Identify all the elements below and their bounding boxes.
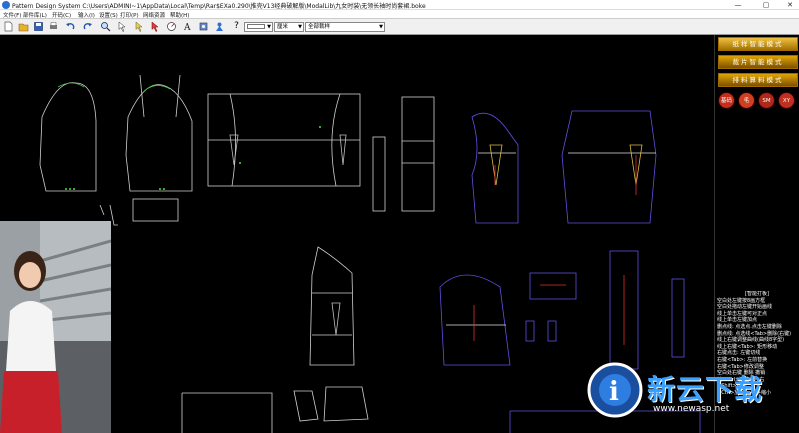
sm-button[interactable]: SM bbox=[758, 92, 775, 109]
print-icon[interactable] bbox=[48, 21, 59, 32]
piece-select[interactable]: 全部裁样 ▼ bbox=[305, 22, 385, 32]
open-folder-icon[interactable] bbox=[18, 21, 29, 32]
toolbar: A ? ▼ 厘米 ▼ 全部裁样 ▼ bbox=[0, 19, 799, 35]
undo-icon[interactable] bbox=[65, 21, 76, 32]
watermark-logo-icon: i bbox=[587, 362, 643, 418]
pattern-mode-button[interactable]: 纸样智能模式 bbox=[718, 37, 798, 51]
svg-text:i: i bbox=[609, 377, 619, 407]
piece-select-value: 全部裁样 bbox=[308, 24, 331, 30]
model-photo-image bbox=[0, 221, 111, 433]
text-icon[interactable]: A bbox=[182, 21, 193, 32]
menu-grading[interactable]: 开码(C) bbox=[52, 11, 71, 19]
minimize-button[interactable]: — bbox=[729, 0, 747, 10]
menu-help[interactable]: 帮助(H) bbox=[170, 11, 189, 19]
chevron-down-icon: ▼ bbox=[298, 24, 302, 30]
measure-icon[interactable] bbox=[166, 21, 177, 32]
redo-icon[interactable] bbox=[82, 21, 93, 32]
menu-print[interactable]: 打印(P) bbox=[120, 11, 139, 19]
pointer-red-icon[interactable] bbox=[150, 21, 161, 32]
close-button[interactable]: ✕ bbox=[781, 0, 799, 10]
svg-text:A: A bbox=[183, 23, 191, 32]
lining-skirt bbox=[439, 274, 511, 366]
unit-select-value: 厘米 bbox=[277, 24, 289, 30]
grade-icon[interactable] bbox=[198, 21, 209, 32]
help-icon[interactable]: ? bbox=[231, 20, 242, 31]
xy-button[interactable]: XY bbox=[778, 92, 795, 109]
menu-bar: 文件(F) 部件库(L) 开码(C) 输入(I) 设置(S) 打印(P) 网络资… bbox=[0, 10, 799, 19]
menu-settings[interactable]: 设置(S) bbox=[99, 11, 118, 19]
red-piece bbox=[529, 272, 577, 300]
save-icon[interactable] bbox=[33, 21, 44, 32]
help-line: 右键点击: 左键切线 bbox=[717, 350, 761, 357]
help-line: 线上单击左键加点 bbox=[717, 317, 758, 324]
marker-mode-button[interactable]: 排料算料模式 bbox=[718, 73, 798, 87]
skirt-piece bbox=[401, 96, 435, 212]
menu-input[interactable]: 输入(I) bbox=[78, 11, 95, 19]
lining-back bbox=[561, 110, 657, 224]
sleeve-piece bbox=[39, 82, 97, 192]
color-select[interactable]: ▼ bbox=[244, 22, 273, 32]
pointer-icon[interactable] bbox=[134, 21, 145, 32]
watermark-url: www.newasp.net bbox=[653, 404, 730, 414]
help-line: 空白处拖动左键开始画线 bbox=[717, 304, 773, 311]
title-bar: Pattern Design System C:\Users\ADMINI~1\… bbox=[0, 0, 799, 10]
zoom-icon[interactable] bbox=[100, 21, 111, 32]
color-swatch bbox=[247, 24, 265, 29]
chevron-down-icon: ▼ bbox=[267, 24, 271, 30]
new-file-icon[interactable] bbox=[3, 21, 14, 32]
seam-button[interactable]: 毛 bbox=[738, 92, 755, 109]
help-title: [智能打板] bbox=[745, 291, 769, 297]
cutting-mode-button[interactable]: 裁片智能模式 bbox=[718, 55, 798, 69]
menu-library[interactable]: 部件库(L) bbox=[23, 11, 47, 19]
select-arrow-icon[interactable] bbox=[117, 21, 128, 32]
fabric-icon[interactable] bbox=[214, 21, 225, 32]
model-photo bbox=[0, 221, 111, 433]
maximize-button[interactable]: ▢ bbox=[757, 0, 775, 10]
unit-select[interactable]: 厘米 ▼ bbox=[274, 22, 304, 32]
base-size-button[interactable]: 基码 bbox=[718, 92, 735, 109]
menu-file[interactable]: 文件(F) bbox=[3, 11, 21, 19]
watermark: i 新云下载 www.newasp.net bbox=[585, 360, 799, 420]
app-icon bbox=[2, 1, 10, 9]
menu-network[interactable]: 网络资源 bbox=[143, 11, 165, 19]
watermark-text: 新云下载 bbox=[647, 373, 764, 406]
help-line: 删点线: 点选点.点击左键删除 bbox=[717, 323, 782, 330]
sleeve-piece bbox=[125, 84, 193, 192]
chevron-down-icon: ▼ bbox=[379, 24, 383, 30]
window-title: Pattern Design System C:\Users\ADMINI~1\… bbox=[12, 3, 426, 10]
help-line: 线上右键调整曲线(曲线8字型) bbox=[717, 337, 785, 344]
